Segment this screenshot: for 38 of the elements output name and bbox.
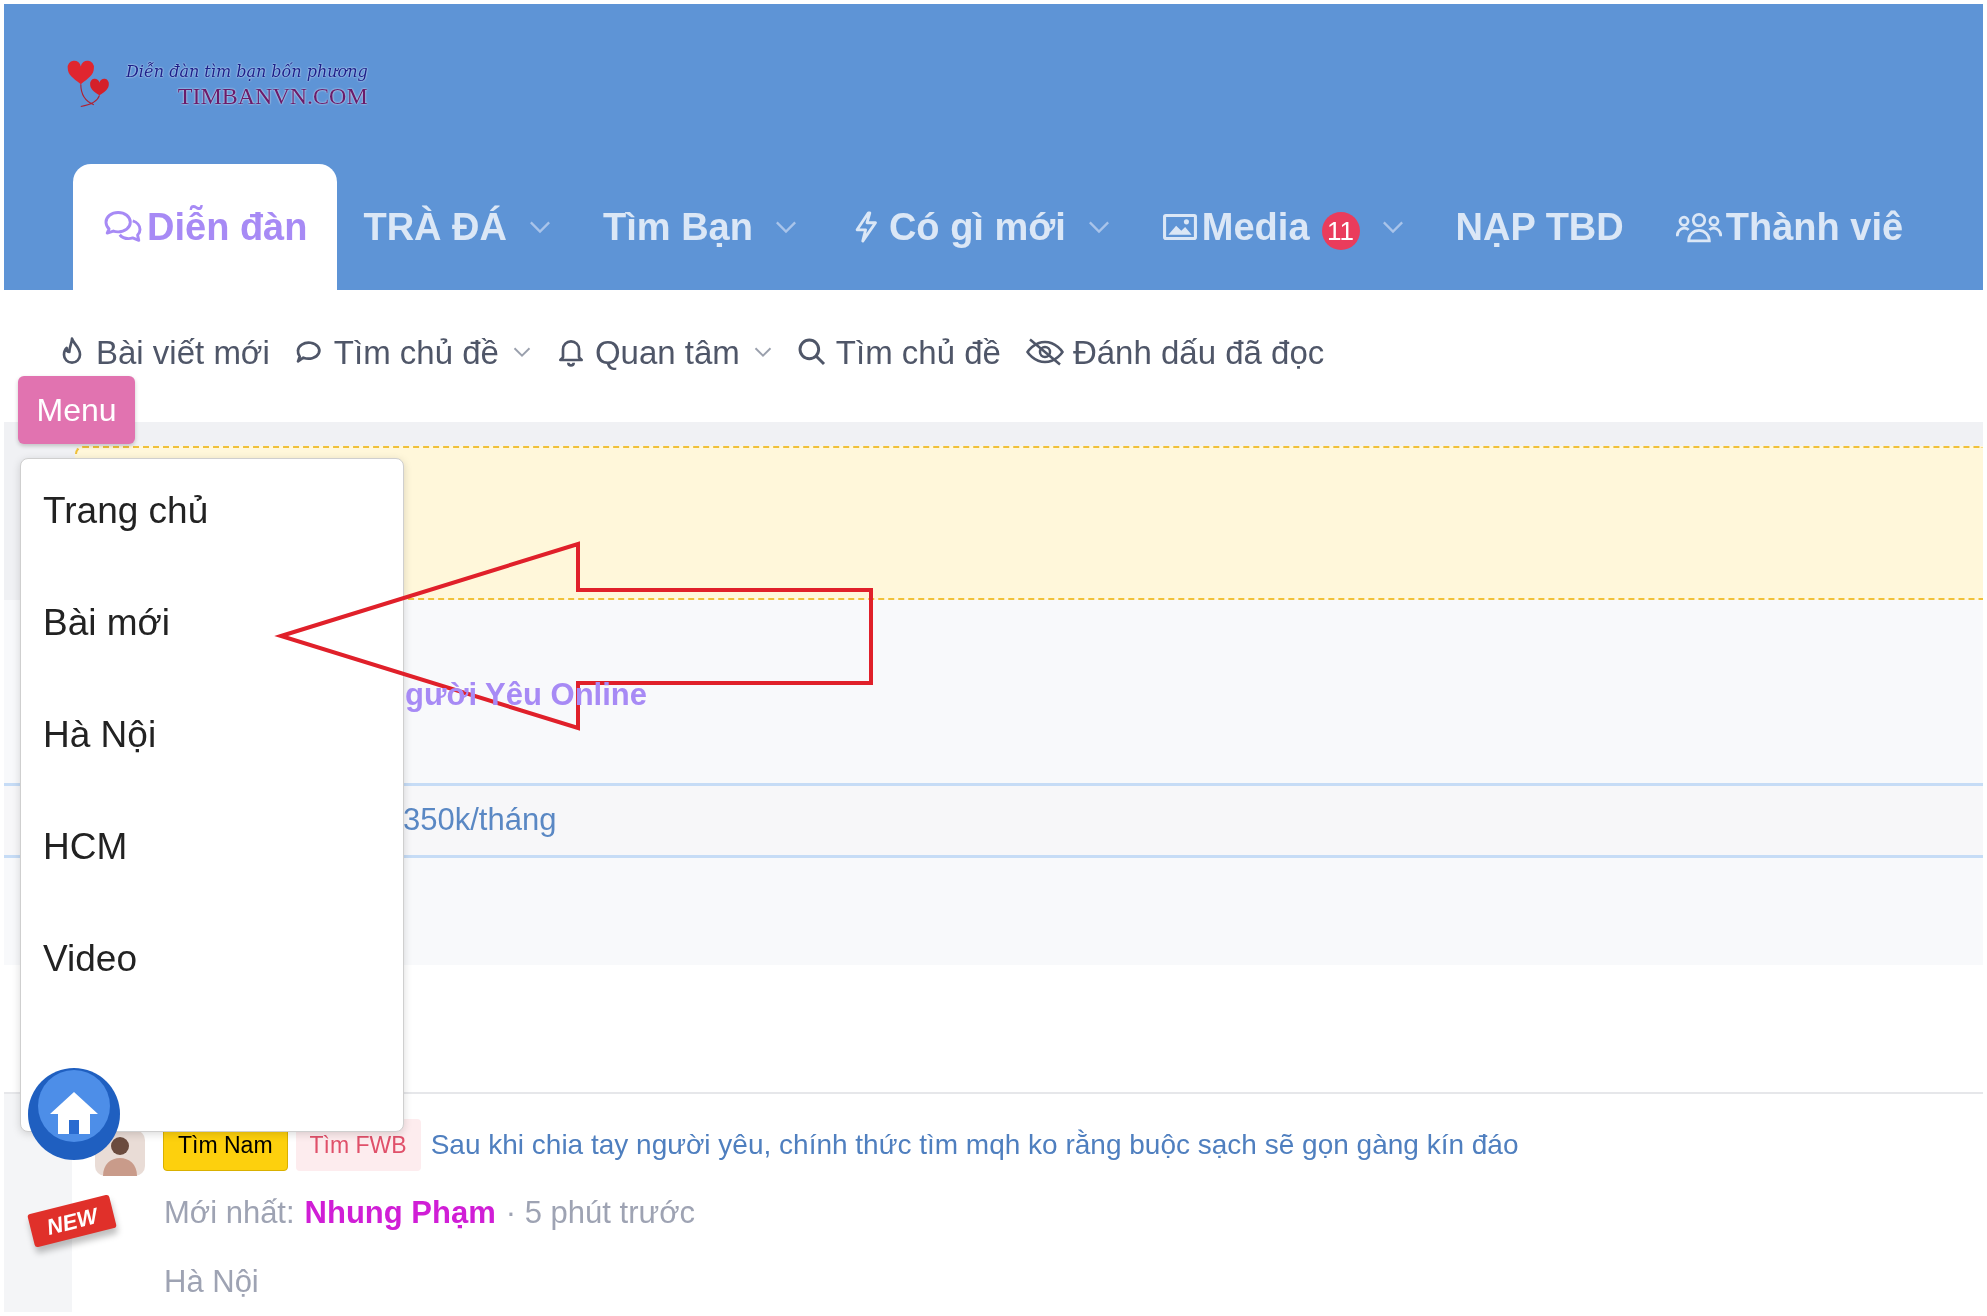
nav-tab[interactable]: Media 11 [1135, 164, 1430, 290]
location-text: Hà Nội [164, 1262, 260, 1301]
nav-tab[interactable]: Tìm Bạn [577, 164, 823, 290]
sub-nav-link[interactable]: Quan tâm [554, 335, 772, 369]
promo-text[interactable]: 350k/tháng [403, 797, 557, 844]
menu-button[interactable]: Menu [18, 376, 135, 444]
latest-label: Mới nhất: [164, 1194, 295, 1232]
nav-tab[interactable]: Có gì mới [822, 164, 1136, 290]
menu-item[interactable]: Trang chủ [43, 490, 209, 531]
nav-tab-label: Diễn đàn [147, 204, 308, 250]
sub-nav-link[interactable]: Bài viết mới [56, 335, 270, 369]
eye-slash-icon [1024, 336, 1065, 368]
nav-tab[interactable]: Thành viê [1649, 164, 1930, 290]
nav-tab-label: Thành viê [1725, 204, 1904, 250]
nav-tab[interactable]: NẠP TBD [1429, 164, 1650, 290]
post-time: · 5 phút trước [505, 1194, 696, 1232]
menu-item[interactable]: Video [43, 938, 137, 979]
author-link[interactable]: Nhung Phạm [304, 1190, 496, 1237]
thread-title[interactable]: Sau khi chia tay người yêu, chính thức tìm mqh ko rằng buộc sạch sẽ gọn gàng kín đáo [430, 1124, 1519, 1166]
users-icon [1675, 210, 1722, 244]
nav-tab[interactable]: Diễn đàn [73, 164, 338, 290]
nav-tab-label: NẠP TBD [1455, 204, 1624, 250]
nav-tab-label: Tìm Bạn [603, 204, 753, 250]
sub-nav-link[interactable]: Đánh dấu đã đọc [1024, 335, 1325, 369]
menu-item[interactable]: Hà Nội [43, 714, 157, 755]
count-badge: 11 [1321, 212, 1360, 250]
menu-item[interactable]: HCM [43, 826, 128, 867]
menu-item[interactable]: Bài mới [43, 602, 171, 643]
chat-icon [103, 210, 143, 244]
home-button-icon[interactable] [26, 1066, 122, 1162]
nav-tab-label: Có gì mới [888, 204, 1066, 250]
logo-site-name: TIMBANVN.COM [177, 84, 368, 108]
sub-nav-link[interactable]: Tìm chủ đề [795, 335, 1001, 369]
logo-tagline: Diễn đàn tìm bạn bốn phương [126, 64, 368, 80]
nav-tab-label: TRÀ ĐÁ [363, 204, 507, 250]
nav-tab-label: Media [1201, 204, 1310, 250]
nav-tab[interactable]: TRÀ ĐÁ [337, 164, 577, 290]
sub-nav-link[interactable]: Tìm chủ đề [293, 335, 531, 369]
